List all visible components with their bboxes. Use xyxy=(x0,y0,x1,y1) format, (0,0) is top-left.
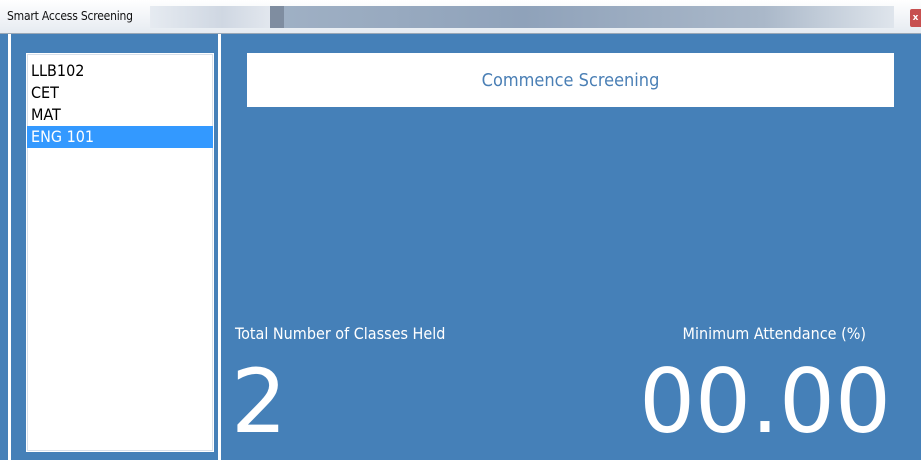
course-list-panel: LLB102 CET MAT ENG 101 xyxy=(11,34,217,460)
course-listbox[interactable]: LLB102 CET MAT ENG 101 xyxy=(26,53,214,452)
title-bar-background xyxy=(270,6,284,28)
title-bar-background xyxy=(150,6,270,28)
app-window: Smart Access Screening x LLB102 CET MAT … xyxy=(0,0,921,460)
window-title: Smart Access Screening xyxy=(7,9,133,23)
screening-panel: Commence Screening Total Number of Class… xyxy=(221,34,921,460)
title-bar-background xyxy=(764,6,894,28)
left-border xyxy=(0,34,8,460)
title-bar[interactable]: Smart Access Screening x xyxy=(0,0,921,34)
close-button[interactable]: x xyxy=(910,9,921,27)
classes-held-value: 2 xyxy=(231,350,287,453)
client-area: LLB102 CET MAT ENG 101 Commence Screenin… xyxy=(0,34,921,460)
minimum-attendance-label: Minimum Attendance (%) xyxy=(682,324,866,343)
minimum-attendance-value[interactable]: 00.00 xyxy=(639,352,891,452)
course-list-item-selected[interactable]: ENG 101 xyxy=(27,126,213,148)
course-list-item[interactable]: LLB102 xyxy=(27,60,213,82)
course-list-item[interactable]: MAT xyxy=(27,104,213,126)
classes-held-label: Total Number of Classes Held xyxy=(235,324,446,343)
course-list-item[interactable]: CET xyxy=(27,82,213,104)
commence-screening-button[interactable]: Commence Screening xyxy=(247,53,894,107)
title-bar-background xyxy=(284,6,764,28)
